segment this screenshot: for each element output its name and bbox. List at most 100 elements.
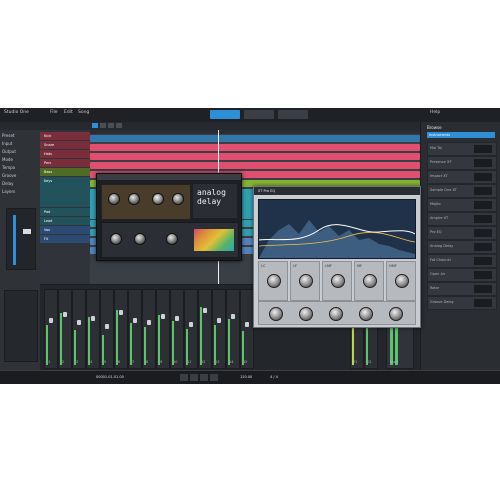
channel-strip[interactable]: 4 bbox=[86, 289, 100, 369]
channel-strip[interactable]: 14 bbox=[226, 289, 240, 369]
amount-knob[interactable] bbox=[172, 193, 184, 205]
channel-strip[interactable]: 2 bbox=[58, 289, 72, 369]
track-header[interactable]: Pad bbox=[40, 208, 90, 216]
plugin-title-bar[interactable] bbox=[97, 174, 241, 180]
eq-title: ST Pro EQ bbox=[258, 189, 276, 193]
channel-strip[interactable]: 6 bbox=[114, 289, 128, 369]
channel-strip[interactable]: 3 bbox=[72, 289, 86, 369]
inspector-fader[interactable] bbox=[23, 229, 31, 234]
delay-bottom-panel bbox=[101, 222, 239, 258]
inspector-label-output: Output bbox=[2, 149, 16, 154]
browser-item[interactable]: Open Air bbox=[427, 268, 497, 282]
browser-item[interactable]: Pro EQ bbox=[427, 226, 497, 240]
track-header[interactable]: Hats bbox=[40, 150, 90, 158]
tone-knob[interactable] bbox=[134, 233, 146, 245]
eq-hc-knob[interactable] bbox=[389, 307, 403, 321]
audio-clip[interactable] bbox=[90, 162, 420, 169]
eq-gain-knob[interactable] bbox=[269, 307, 283, 321]
timeline-ruler[interactable] bbox=[90, 130, 420, 134]
delay-top-panel bbox=[101, 184, 191, 220]
menu-help[interactable]: Help bbox=[430, 110, 440, 115]
split-tool-icon[interactable] bbox=[108, 123, 114, 128]
inspector-panel: Preset Input Output Mode Tempo Groove De… bbox=[0, 130, 41, 284]
plugin-title-bar[interactable]: ST Pro EQ bbox=[254, 187, 420, 195]
range-tool-icon[interactable] bbox=[100, 123, 106, 128]
track-header[interactable]: Keys bbox=[40, 177, 90, 207]
channel-strip[interactable]: 1 bbox=[44, 289, 58, 369]
channel-strip[interactable]: 13 bbox=[212, 289, 226, 369]
eraser-tool-icon[interactable] bbox=[116, 123, 122, 128]
transport-time: 00001.01.01.00 bbox=[96, 375, 124, 379]
track-header[interactable]: Vox bbox=[40, 226, 90, 234]
track-header[interactable]: Kick bbox=[40, 132, 90, 140]
daw-window: Studio One File Edit Song Help Preset In… bbox=[0, 108, 500, 384]
view-song-tab[interactable] bbox=[210, 110, 240, 119]
track-header[interactable]: FX bbox=[40, 235, 90, 243]
browser-item[interactable]: Mojito bbox=[427, 198, 497, 212]
channel-strip[interactable]: 10 bbox=[170, 289, 184, 369]
channel-strip[interactable]: 11 bbox=[184, 289, 198, 369]
arranger-track[interactable] bbox=[90, 135, 420, 142]
browser-item[interactable]: Mai Tai bbox=[427, 142, 497, 156]
channel-strip[interactable]: 8 bbox=[142, 289, 156, 369]
mod-knob[interactable] bbox=[166, 233, 178, 245]
channel-strip[interactable]: 15 bbox=[240, 289, 254, 369]
inspector-meter bbox=[13, 215, 16, 265]
track-list: Kick Snare Hats Perc Bass Keys Pad Lead … bbox=[40, 130, 91, 284]
eq-band-lc[interactable]: LC bbox=[258, 261, 288, 301]
inspector-label-groove: Groove bbox=[2, 173, 17, 178]
loop-icon[interactable] bbox=[210, 374, 218, 381]
record-icon[interactable] bbox=[200, 374, 208, 381]
time-knob[interactable] bbox=[108, 193, 120, 205]
track-header[interactable]: Perc bbox=[40, 159, 90, 167]
browser-item[interactable]: Rotor bbox=[427, 282, 497, 296]
view-show-tab[interactable] bbox=[278, 110, 308, 119]
browser-item[interactable]: Sample One XT bbox=[427, 184, 497, 198]
channel-strip[interactable]: 9 bbox=[156, 289, 170, 369]
arrow-tool-icon[interactable] bbox=[92, 123, 98, 128]
mixer-sidebar bbox=[0, 284, 40, 370]
channel-strip[interactable]: 7 bbox=[128, 289, 142, 369]
eq-band-lf[interactable]: LF bbox=[290, 261, 320, 301]
browser-item[interactable]: Analog Delay bbox=[427, 240, 497, 254]
menu-file[interactable]: File bbox=[50, 110, 58, 115]
eq-hf-knob[interactable] bbox=[359, 307, 373, 321]
delay-logo-text: analog delay bbox=[197, 188, 226, 206]
pro-eq-plugin-window[interactable]: ST Pro EQ LC LF LMF MF HMF bbox=[253, 186, 421, 328]
browser-item[interactable]: Presence XT bbox=[427, 156, 497, 170]
browser-item[interactable]: Impact XT bbox=[427, 170, 497, 184]
view-project-tab[interactable] bbox=[244, 110, 274, 119]
mix-knob[interactable] bbox=[110, 233, 122, 245]
menu-edit[interactable]: Edit bbox=[64, 110, 73, 115]
transport-bar: 00001.01.01.00 120.00 4 / 4 bbox=[0, 370, 500, 384]
inspector-label-layers: Layers bbox=[2, 189, 16, 194]
track-header[interactable]: Snare bbox=[40, 141, 90, 149]
browser-tab-instruments[interactable]: Instruments bbox=[427, 132, 495, 138]
eq-freq-knob[interactable] bbox=[299, 307, 313, 321]
browser-item[interactable]: Fat Channel bbox=[427, 254, 497, 268]
eq-spectrum-display[interactable] bbox=[258, 199, 416, 259]
browser-title: Browse bbox=[427, 125, 442, 130]
eq-band-mf[interactable]: MF bbox=[354, 261, 384, 301]
channel-strip[interactable]: 5 bbox=[100, 289, 114, 369]
audio-clip[interactable] bbox=[90, 153, 420, 160]
eq-lower-panel bbox=[258, 301, 416, 325]
speed-knob[interactable] bbox=[152, 193, 164, 205]
track-header[interactable]: Bass bbox=[40, 168, 90, 176]
play-icon[interactable] bbox=[190, 374, 198, 381]
menu-song[interactable]: Song bbox=[78, 110, 89, 115]
stop-icon[interactable] bbox=[180, 374, 188, 381]
browser-item[interactable]: Ampire XT bbox=[427, 212, 497, 226]
inspector-label-tempo: Tempo bbox=[2, 165, 16, 170]
feedback-knob[interactable] bbox=[128, 193, 140, 205]
transport-signature: 4 / 4 bbox=[270, 375, 278, 379]
browser-item[interactable]: Groove Delay bbox=[427, 296, 497, 310]
delay-logo: analog delay bbox=[193, 184, 237, 218]
track-header[interactable]: Lead bbox=[40, 217, 90, 225]
eq-band-hmf[interactable]: HMF bbox=[386, 261, 416, 301]
eq-band-lmf[interactable]: LMF bbox=[322, 261, 352, 301]
channel-strip[interactable]: 12 bbox=[198, 289, 212, 369]
analog-delay-plugin-window[interactable]: analog delay bbox=[96, 173, 242, 261]
eq-q-knob[interactable] bbox=[329, 307, 343, 321]
audio-clip[interactable] bbox=[90, 144, 420, 151]
